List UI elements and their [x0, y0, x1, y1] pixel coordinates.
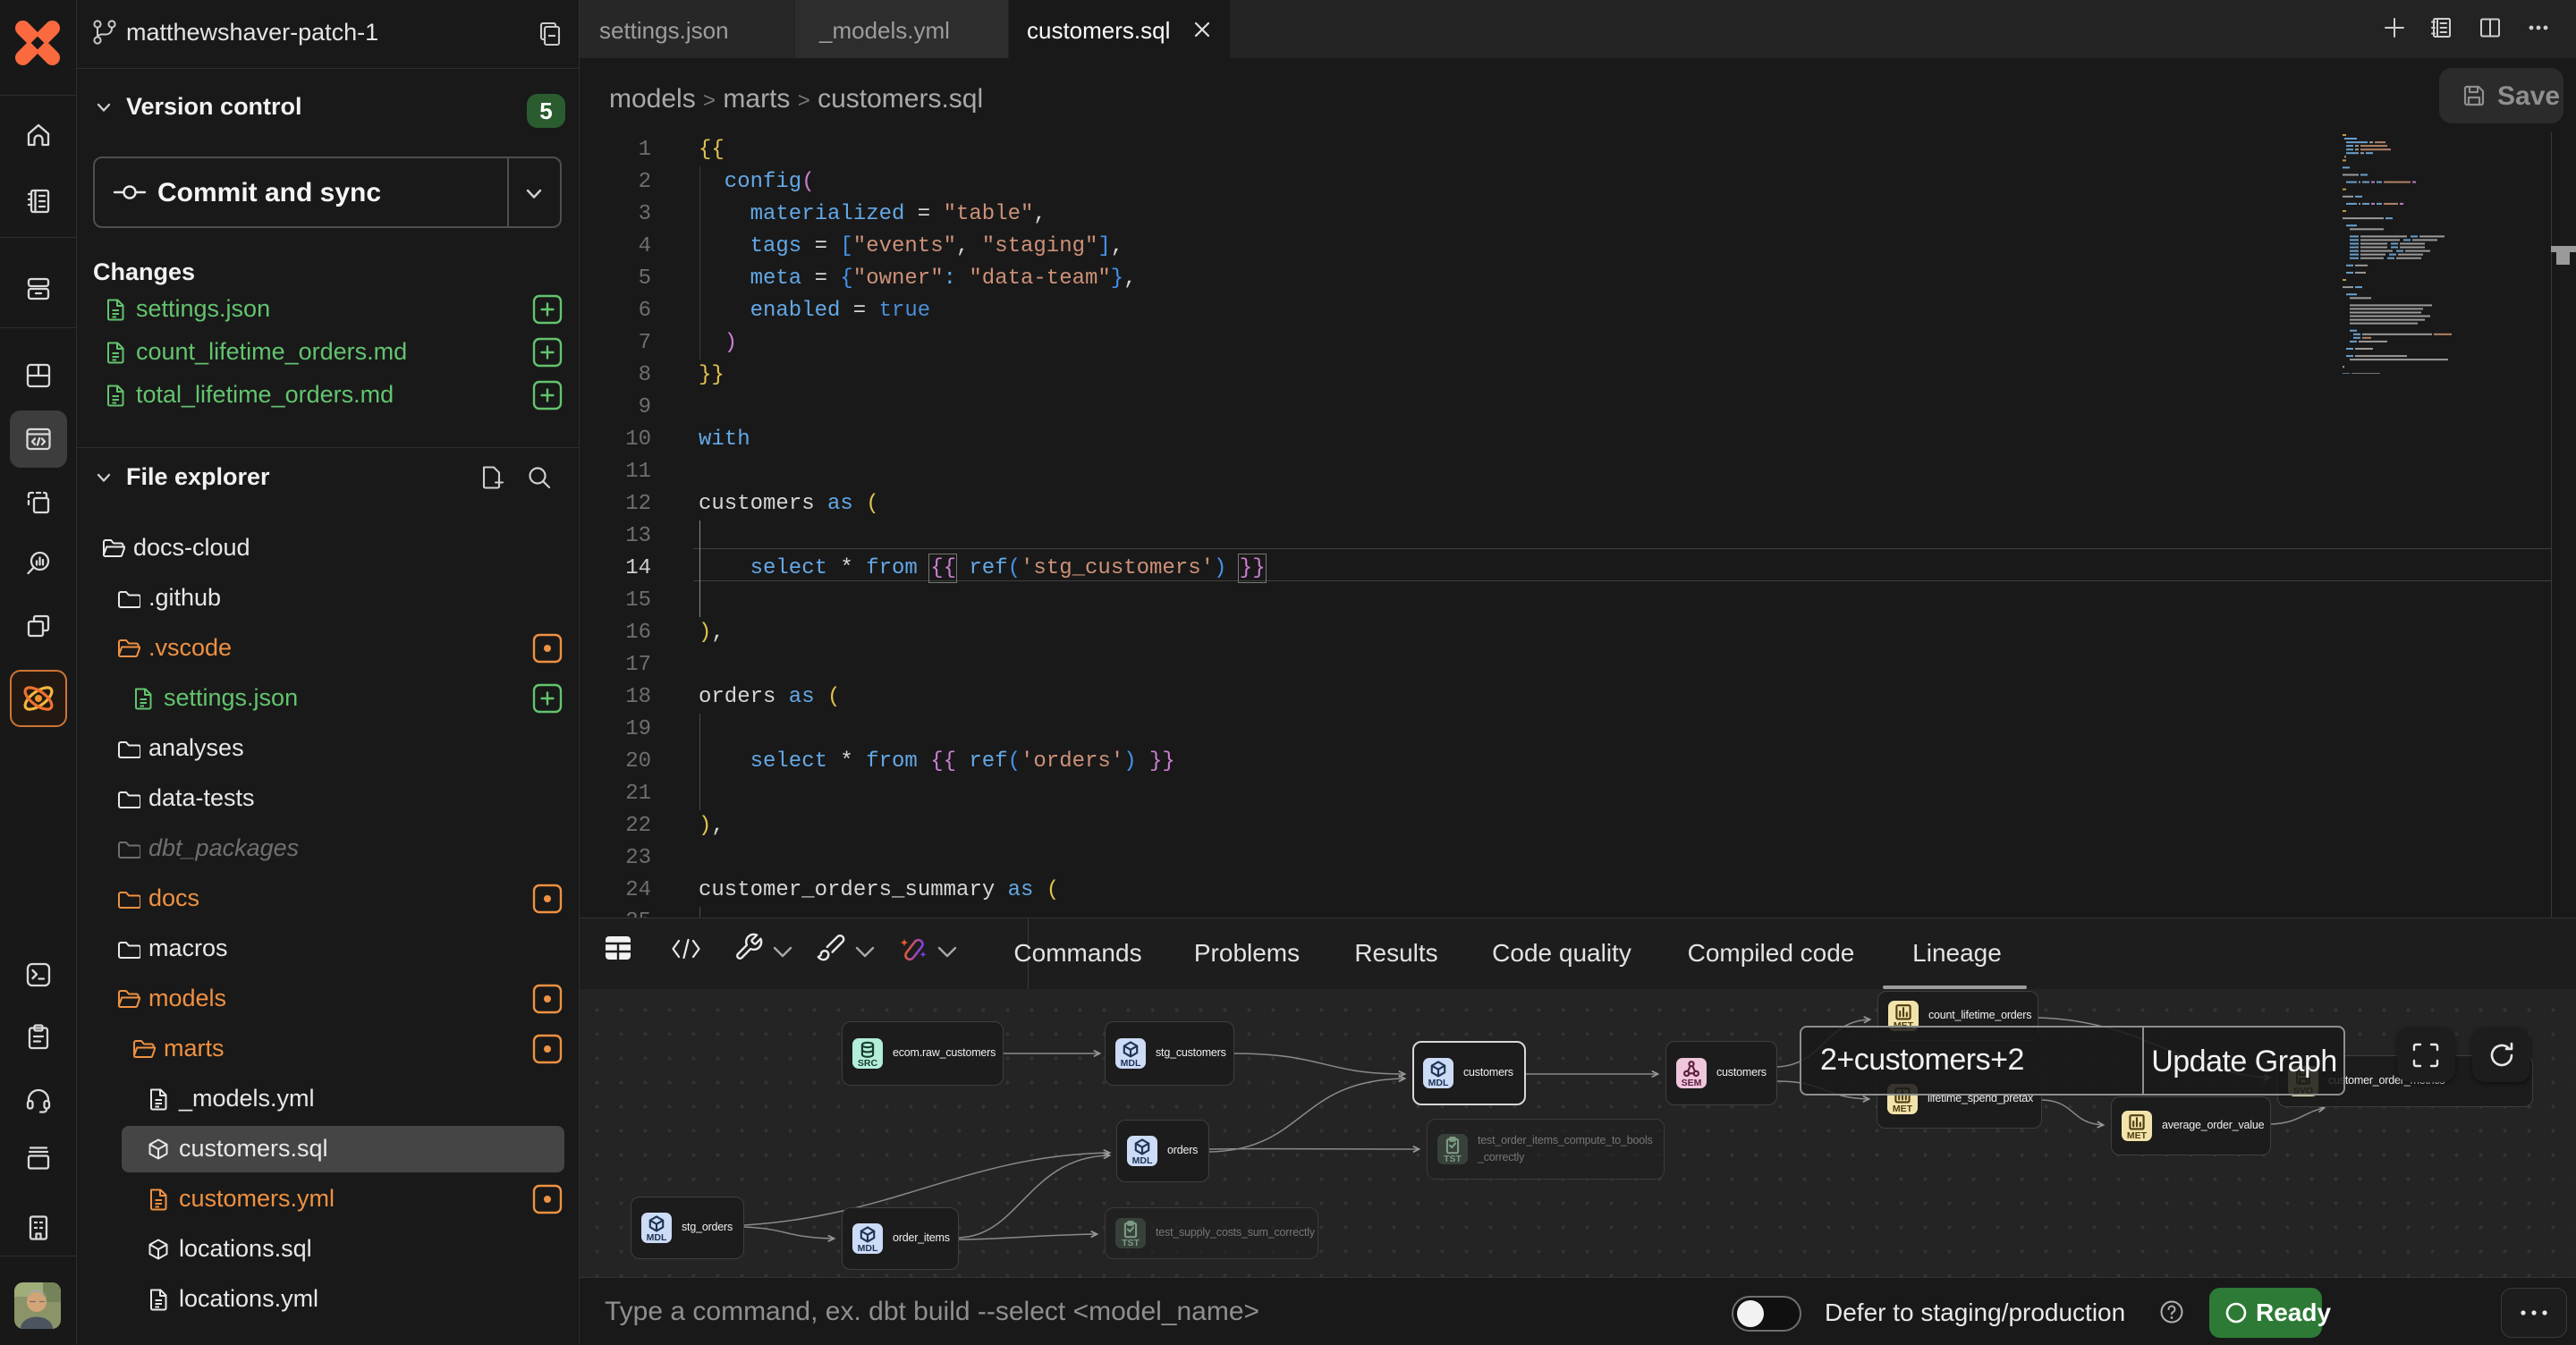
svg-text:MDL: MDL: [858, 1243, 878, 1254]
svg-text:TST: TST: [1444, 1154, 1462, 1164]
svg-text:MDL: MDL: [1132, 1155, 1153, 1166]
svg-text:TST: TST: [1122, 1238, 1140, 1248]
svg-text:SEM: SEM: [1682, 1078, 1702, 1088]
svg-text:SRC: SRC: [858, 1058, 878, 1069]
svg-text:MDL: MDL: [1121, 1058, 1141, 1069]
svg-text:MET: MET: [2127, 1130, 2148, 1141]
svg-text:MDL: MDL: [647, 1232, 667, 1243]
svg-text:MDL: MDL: [1428, 1078, 1449, 1088]
svg-text:MET: MET: [1893, 1104, 1913, 1114]
